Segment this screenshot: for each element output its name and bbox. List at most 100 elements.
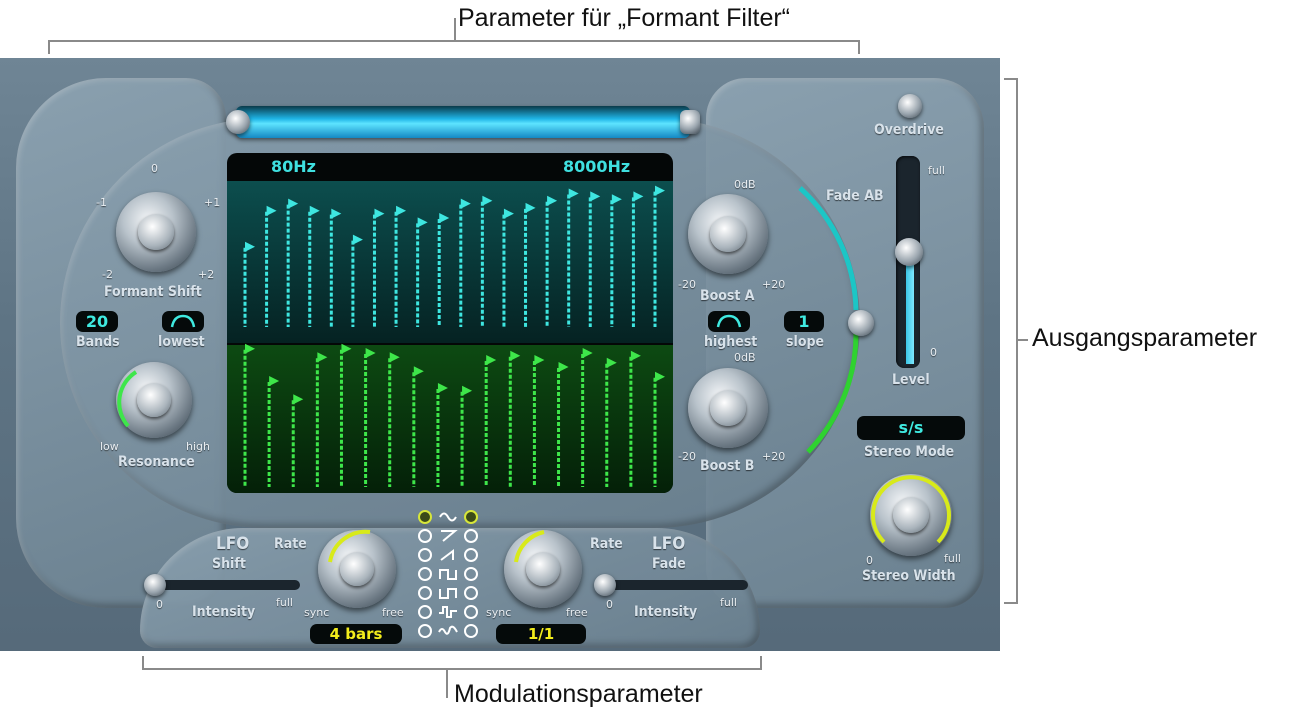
- band-a-bar-handle-10[interactable]: [439, 213, 450, 223]
- waveform-led-right-6[interactable]: [464, 605, 478, 619]
- band-a-bar-handle-7[interactable]: [374, 208, 385, 219]
- random-step-icon: [439, 606, 457, 618]
- waveform-led-left-2[interactable]: [418, 529, 432, 543]
- filter-display[interactable]: 80Hz 8000Hz: [227, 153, 673, 493]
- lfo-waveform-selector[interactable]: [418, 510, 482, 644]
- overdrive-button[interactable]: [898, 94, 922, 118]
- stereo-mode-label: Stereo Mode: [864, 444, 955, 460]
- band-b-bar-handle-13[interactable]: [534, 355, 545, 365]
- band-a-bar-handle-2[interactable]: [266, 205, 277, 216]
- band-b-bar-handle-8[interactable]: [413, 366, 424, 377]
- lfo-fade-rate-value[interactable]: 1/1: [496, 624, 586, 644]
- stereo-width-knob[interactable]: [870, 474, 952, 556]
- band-a-bar-handle-13[interactable]: [503, 208, 514, 219]
- boost-b-0db: 0dB: [734, 351, 756, 364]
- level-full-label: full: [928, 164, 945, 177]
- lfo-shift-rate-knob[interactable]: [318, 529, 396, 608]
- lfo-fade-intensity-handle[interactable]: [594, 574, 616, 596]
- filter-range-handle-left[interactable]: [226, 110, 250, 134]
- band-a-bar-handle-17[interactable]: [590, 191, 601, 202]
- waveform-led-right-5[interactable]: [464, 586, 478, 600]
- level-slider-handle[interactable]: [895, 238, 923, 266]
- band-bars[interactable]: [227, 153, 673, 493]
- resonance-knob[interactable]: [116, 362, 192, 438]
- lfo-fade-intensity-zero: 0: [606, 598, 613, 611]
- band-b-bar-handle-10[interactable]: [462, 385, 473, 396]
- band-b-bar-handle-4[interactable]: [317, 352, 328, 363]
- lfo-fade-rate-knob[interactable]: [504, 530, 582, 608]
- band-b-bar-handle-9[interactable]: [437, 383, 448, 393]
- bands-label: Bands: [76, 334, 120, 350]
- formant-shift-knob[interactable]: [116, 192, 196, 272]
- boost-a-minus20: -20: [678, 278, 696, 291]
- waveform-led-left-5[interactable]: [418, 586, 432, 600]
- filter-range-handle-right[interactable]: [680, 110, 700, 134]
- boost-b-knob[interactable]: [688, 368, 768, 448]
- band-a-bar-handle-19[interactable]: [633, 191, 644, 202]
- bands-value[interactable]: 20: [76, 311, 118, 332]
- lfo-shift-intensity-handle[interactable]: [144, 574, 166, 596]
- highest-label: highest: [704, 334, 758, 350]
- band-b-bar-handle-14[interactable]: [558, 362, 569, 372]
- lfo-fade-intensity-track[interactable]: [598, 580, 748, 590]
- band-a-bar-handle-3[interactable]: [288, 198, 299, 209]
- band-a-bar-handle-1[interactable]: [245, 241, 255, 252]
- boost-a-0db: 0dB: [734, 178, 756, 191]
- square-inverted-icon: [439, 588, 457, 599]
- band-b-bar-handle-1[interactable]: [245, 343, 255, 354]
- band-b-bar-handle-18[interactable]: [655, 371, 665, 382]
- formant-shift-tick-m2: -2: [102, 268, 113, 281]
- filter-range-bar[interactable]: [236, 106, 690, 138]
- boost-b-minus20: -20: [678, 450, 696, 463]
- band-b-bar-handle-5[interactable]: [341, 343, 352, 354]
- boost-a-label: Boost A: [700, 288, 755, 304]
- lfo-shift-intensity-track[interactable]: [150, 580, 300, 590]
- lfo-shift-rate-value[interactable]: 4 bars: [310, 624, 402, 644]
- band-b-bar-handle-7[interactable]: [389, 352, 400, 363]
- waveform-led-left-7[interactable]: [418, 624, 432, 638]
- band-a-bar-handle-4[interactable]: [309, 205, 320, 216]
- band-a-bar-handle-16[interactable]: [568, 188, 579, 199]
- stereo-width-label: Stereo Width: [862, 568, 956, 584]
- boost-a-knob[interactable]: [688, 194, 768, 274]
- band-b-bar-handle-17[interactable]: [630, 350, 641, 361]
- band-a-bar-handle-11[interactable]: [460, 198, 471, 209]
- band-a-bar-handle-14[interactable]: [525, 202, 536, 213]
- band-a-bar-handle-8[interactable]: [396, 205, 407, 216]
- waveform-led-left-1[interactable]: [418, 510, 432, 524]
- band-a-bar-handle-9[interactable]: [417, 217, 428, 228]
- band-a-bar-handle-5[interactable]: [331, 208, 342, 219]
- waveform-led-right-7[interactable]: [464, 624, 478, 638]
- stereo-mode-display[interactable]: s/s: [857, 416, 965, 440]
- bracket-top: [48, 40, 860, 54]
- band-b-bar-handle-6[interactable]: [365, 348, 376, 358]
- lowpass-shape-icon: [170, 314, 196, 328]
- waveform-led-left-3[interactable]: [418, 548, 432, 562]
- lfo-shift-free: free: [382, 606, 404, 619]
- resonance-low-label: low: [100, 440, 119, 453]
- lfo-shift-title: LFO: [216, 534, 250, 554]
- band-a-bar-handle-15[interactable]: [547, 195, 558, 206]
- sawtooth-up-icon: [440, 549, 454, 561]
- band-a-bar-handle-6[interactable]: [352, 234, 363, 245]
- waveform-led-right-3[interactable]: [464, 548, 478, 562]
- sine-wave-icon: [439, 512, 457, 522]
- waveform-led-right-4[interactable]: [464, 567, 478, 581]
- band-a-bar-handle-20[interactable]: [655, 185, 665, 196]
- lowest-slope-button[interactable]: [162, 311, 204, 332]
- highest-slope-button[interactable]: [708, 311, 750, 332]
- band-b-bar-handle-15[interactable]: [582, 348, 593, 358]
- fade-ab-handle[interactable]: [848, 310, 874, 336]
- band-a-bar-handle-18[interactable]: [611, 194, 622, 205]
- waveform-led-right-1[interactable]: [464, 510, 478, 524]
- band-b-bar-handle-2[interactable]: [269, 376, 280, 386]
- waveform-led-left-6[interactable]: [418, 605, 432, 619]
- band-b-bar-handle-3[interactable]: [293, 394, 304, 405]
- band-b-bar-handle-12[interactable]: [510, 350, 521, 361]
- band-b-bar-handle-11[interactable]: [486, 355, 497, 365]
- random-smooth-icon: [438, 625, 458, 635]
- waveform-led-left-4[interactable]: [418, 567, 432, 581]
- band-b-bar-handle-16[interactable]: [606, 357, 617, 368]
- waveform-led-right-2[interactable]: [464, 529, 478, 543]
- band-a-bar-handle-12[interactable]: [482, 195, 493, 206]
